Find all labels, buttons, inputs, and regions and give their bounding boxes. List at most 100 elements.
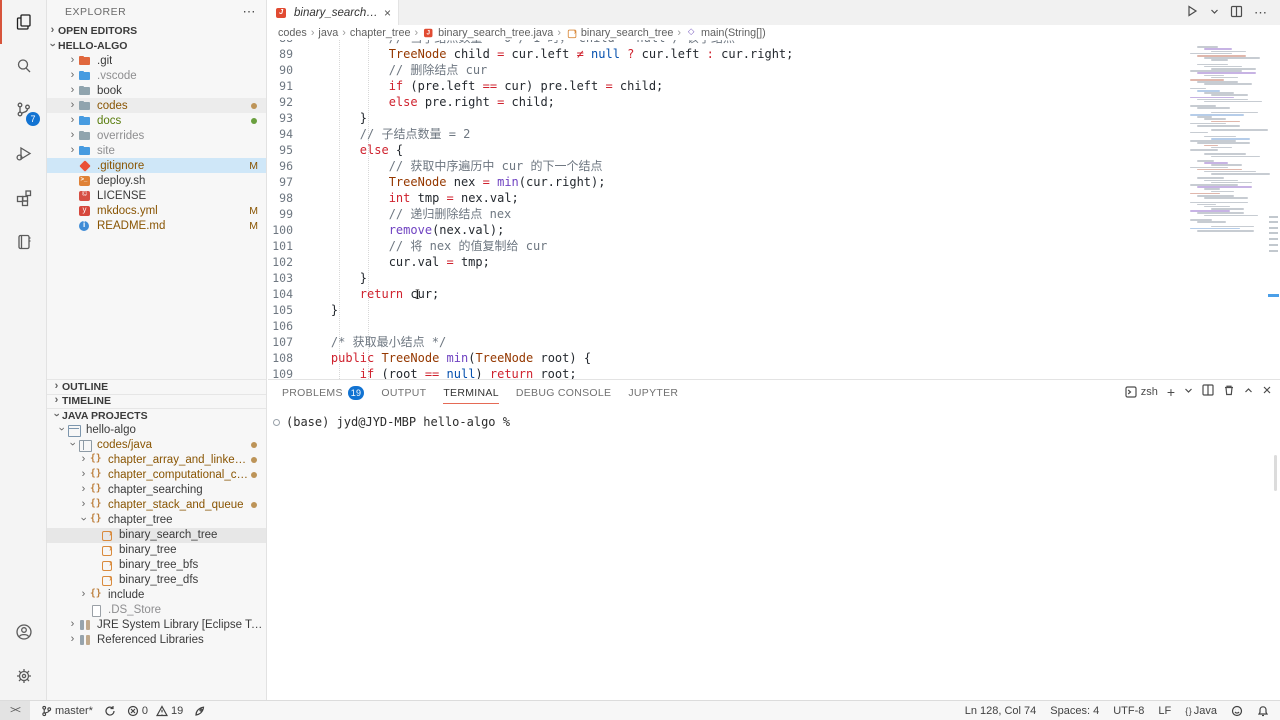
panel-tab-problems[interactable]: PROBLEMS19 <box>282 382 364 404</box>
java-project-item-binary_tree_dfs[interactable]: ›binary_tree_dfs <box>47 573 266 588</box>
code-editor[interactable]: 88 // 当子结点数量 = 0 / 1 时， child = null / 该… <box>268 40 1280 379</box>
explorer-item-site[interactable]: ›site <box>47 143 266 158</box>
java-project-item-Referenced Libraries[interactable]: ›Referenced Libraries <box>47 633 266 648</box>
panel-tab-jupyter[interactable]: JUPYTER <box>628 382 678 404</box>
code-line-97[interactable]: 97 TreeNode nex = min(cur.right); <box>268 174 1185 190</box>
explorer-item-.gitignore[interactable]: ›.gitignoreM <box>47 158 266 173</box>
search-icon[interactable] <box>0 44 47 88</box>
maximize-panel-chevron-icon[interactable] <box>1244 386 1253 398</box>
java-project-item-include[interactable]: ›include <box>47 588 266 603</box>
run-debug-icon[interactable] <box>0 132 47 176</box>
open-editors-section[interactable]: › OPEN EDITORS <box>47 23 266 38</box>
explorer-item-mkdocs.yml[interactable]: ›mkdocs.ymlM <box>47 203 266 218</box>
git-branch-item[interactable]: master* <box>41 705 93 717</box>
sync-changes-icon[interactable] <box>104 705 116 717</box>
explorer-item-.git[interactable]: ›.git <box>47 53 266 68</box>
remote-indicator[interactable]: >< <box>0 701 30 720</box>
code-line-91[interactable]: 91 if (pre.left == cur) pre.left = child… <box>268 78 1185 94</box>
code-line-99[interactable]: 99 // 递归删除结点 nex <box>268 206 1185 222</box>
code-line-108[interactable]: 108 public TreeNode min(TreeNode root) { <box>268 350 1185 366</box>
cursor-position[interactable]: Ln 128, Col 74 <box>965 705 1037 717</box>
split-editor-icon[interactable] <box>1230 5 1243 21</box>
tab-binary-search-tree[interactable]: binary_search_tree.java × <box>268 0 399 25</box>
section-outline[interactable]: › OUTLINE <box>47 379 266 394</box>
code-line-93[interactable]: 93 } <box>268 110 1185 126</box>
explorer-item-book[interactable]: ›book <box>47 83 266 98</box>
explorer-item-overrides[interactable]: ›overrides <box>47 128 266 143</box>
rocket-icon[interactable] <box>194 705 206 717</box>
minimap[interactable] <box>1190 44 1266 232</box>
code-line-89[interactable]: 89 TreeNode child = cur.left ≠ null ? cu… <box>268 46 1185 62</box>
close-panel-icon[interactable] <box>1262 385 1272 398</box>
explorer-more-actions-icon[interactable]: ⋯ <box>243 4 257 20</box>
code-line-102[interactable]: 102 cur.val = tmp; <box>268 254 1185 270</box>
code-line-103[interactable]: 103 } <box>268 270 1185 286</box>
run-button[interactable] <box>1185 4 1199 21</box>
eol-sequence[interactable]: LF <box>1158 705 1171 717</box>
more-actions-icon[interactable]: ⋯ <box>1254 5 1268 21</box>
code-line-101[interactable]: 101 // 将 nex 的值复制给 cur <box>268 238 1185 254</box>
terminal-output[interactable]: (base) jyd@JYD-MBP hello-algo % <box>268 404 1280 429</box>
encoding[interactable]: UTF-8 <box>1113 705 1144 717</box>
problems-summary[interactable]: 0 19 <box>127 705 183 717</box>
java-project-item-.DS_Store[interactable]: ›.DS_Store <box>47 603 266 618</box>
java-project-item-hello-algo[interactable]: ›hello-algo <box>47 423 266 438</box>
run-dropdown-chevron-icon[interactable] <box>1210 7 1219 19</box>
root-folder-hello-algo[interactable]: › HELLO-ALGO <box>47 38 266 53</box>
breadcrumb-item-binary_search_tree.java[interactable]: binary_search_tree.java <box>422 27 553 39</box>
indentation[interactable]: Spaces: 4 <box>1050 705 1099 717</box>
java-project-item-binary_search_tree[interactable]: ›binary_search_tree <box>47 528 266 543</box>
explorer-item-.vscode[interactable]: ›.vscode <box>47 68 266 83</box>
code-line-109[interactable]: 109 if (root == null) return root; <box>268 366 1185 379</box>
java-project-item-chapter_tree[interactable]: ›chapter_tree <box>47 513 266 528</box>
kill-terminal-trash-icon[interactable] <box>1223 384 1235 399</box>
java-project-item-chapter_stack_and_queue[interactable]: ›chapter_stack_and_queue <box>47 498 266 513</box>
code-line-106[interactable]: 106 <box>268 318 1185 334</box>
feedback-smiley-icon[interactable] <box>1231 705 1243 717</box>
code-line-92[interactable]: 92 else pre.right = child; <box>268 94 1185 110</box>
explorer-item-codes[interactable]: ›codes <box>47 98 266 113</box>
explorer-icon[interactable] <box>0 0 47 44</box>
code-line-95[interactable]: 95 else { <box>268 142 1185 158</box>
code-line-104[interactable]: 104 return cur; <box>268 286 1185 302</box>
explorer-item-LICENSE[interactable]: ›LICENSE <box>47 188 266 203</box>
java-project-item-chapter_searching[interactable]: ›chapter_searching <box>47 483 266 498</box>
close-tab-icon[interactable]: × <box>384 6 391 20</box>
explorer-item-README.md[interactable]: ›README.mdM <box>47 218 266 233</box>
java-project-item-chapter_computational_complexity[interactable]: ›chapter_computational_complexity <box>47 468 266 483</box>
panel-tab-output[interactable]: OUTPUT <box>381 382 426 404</box>
code-line-98[interactable]: 98 int tmp = nex.val; <box>268 190 1185 206</box>
terminal-shell-picker[interactable]: zsh <box>1125 386 1158 398</box>
code-line-90[interactable]: 90 // 删除结点 cur <box>268 62 1185 78</box>
language-mode[interactable]: { } Java <box>1185 705 1217 717</box>
extensions-icon[interactable] <box>0 176 47 220</box>
notifications-bell-icon[interactable] <box>1257 705 1269 717</box>
java-project-item-binary_tree[interactable]: ›binary_tree <box>47 543 266 558</box>
breadcrumb-item-binary_search_tree[interactable]: binary_search_tree <box>565 27 673 39</box>
breadcrumb-item-chapter_tree[interactable]: chapter_tree <box>350 27 411 39</box>
code-line-100[interactable]: 100 remove(nex.val); <box>268 222 1185 238</box>
panel-tab-terminal[interactable]: TERMINAL <box>443 382 499 404</box>
new-terminal-icon[interactable]: + <box>1167 387 1175 397</box>
code-line-105[interactable]: 105 } <box>268 302 1185 318</box>
account-icon[interactable] <box>0 610 47 654</box>
source-control-icon[interactable]: 7 <box>0 88 47 132</box>
code-line-94[interactable]: 94 // 子结点数量 = 2 <box>268 126 1185 142</box>
breadcrumb-item-main(String[])[interactable]: main(String[]) <box>685 27 766 39</box>
java-project-item-binary_tree_bfs[interactable]: ›binary_tree_bfs <box>47 558 266 573</box>
settings-gear-icon[interactable] <box>0 654 47 698</box>
panel-scrollbar[interactable] <box>1274 455 1277 491</box>
java-project-item-chapter_array_and_linkedlist[interactable]: ›chapter_array_and_linkedlist <box>47 453 266 468</box>
section-java-projects[interactable]: › JAVA PROJECTS <box>47 408 266 423</box>
java-project-item-codes/java[interactable]: ›codes/java <box>47 438 266 453</box>
split-terminal-icon[interactable] <box>1202 384 1214 399</box>
explorer-item-docs[interactable]: ›docs <box>47 113 266 128</box>
notebook-icon[interactable] <box>0 220 47 264</box>
overview-ruler[interactable] <box>1268 40 1280 379</box>
terminal-dropdown-chevron-icon[interactable] <box>1184 386 1193 398</box>
code-line-107[interactable]: 107 /* 获取最小结点 */ <box>268 334 1185 350</box>
breadcrumb-item-codes[interactable]: codes <box>278 27 307 39</box>
breadcrumb-item-java[interactable]: java <box>318 27 338 39</box>
code-line-96[interactable]: 96 // 获取中序遍历中 cur 的下一个结点 <box>268 158 1185 174</box>
explorer-item-deploy.sh[interactable]: ›deploy.sh <box>47 173 266 188</box>
